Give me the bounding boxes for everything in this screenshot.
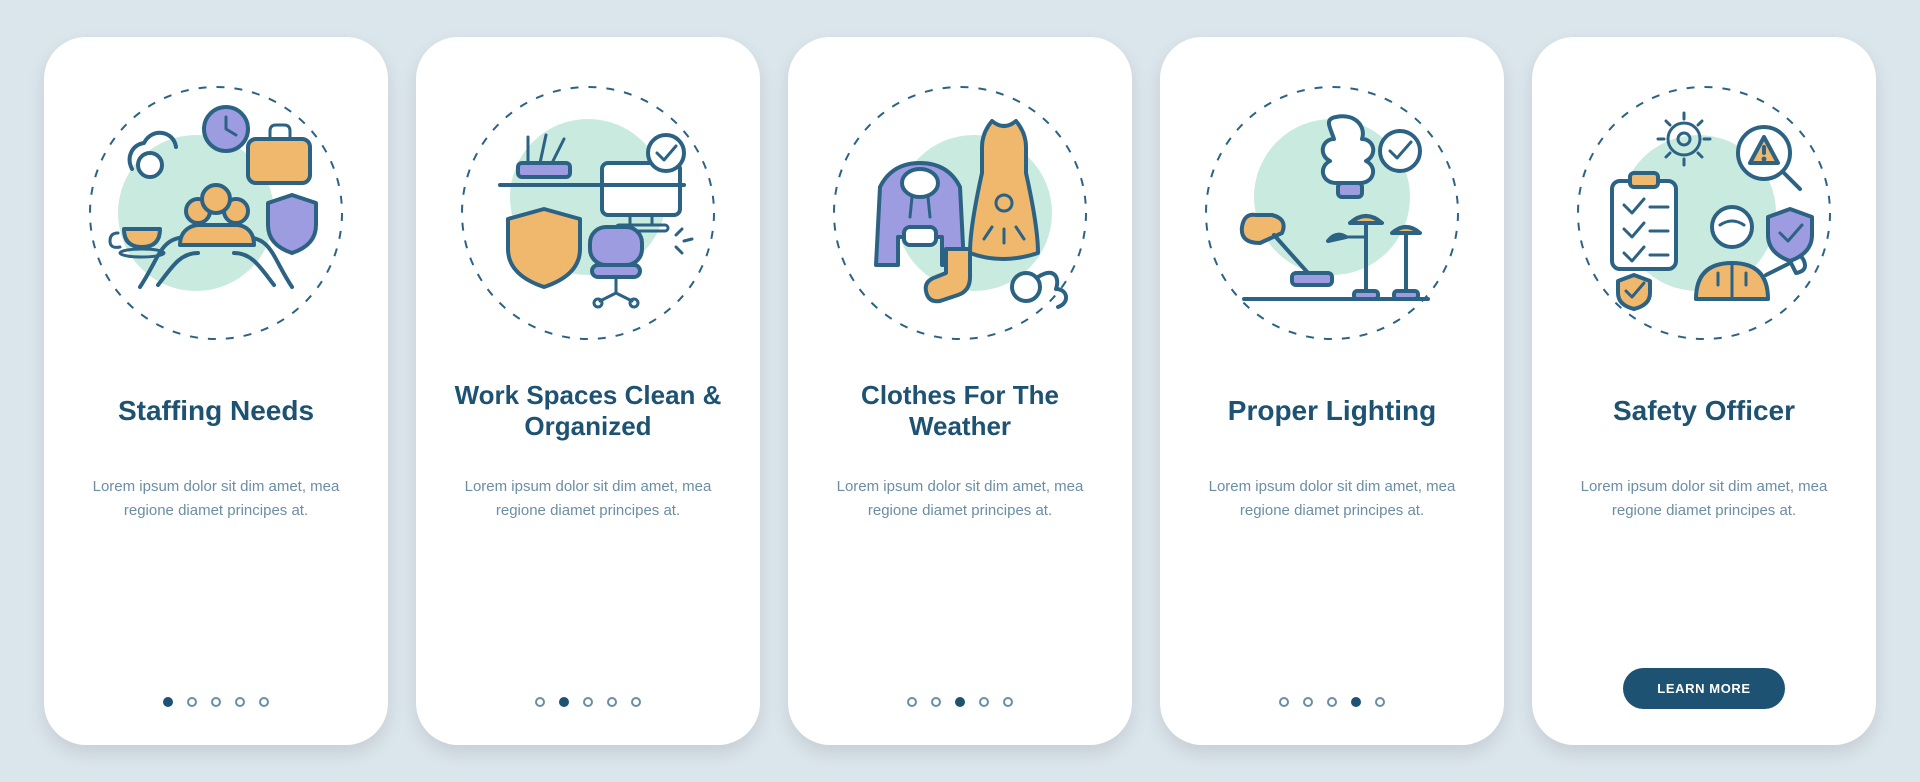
pagination-dots [907,697,1013,707]
onboarding-card: Staffing Needs Lorem ipsum dolor sit dim… [44,37,388,745]
onboarding-card: Clothes For The Weather Lorem ipsum dolo… [788,37,1132,745]
pagination-dot[interactable] [211,697,221,707]
pagination-dot[interactable] [1375,697,1385,707]
card-description: Lorem ipsum dolor sit dim amet, mea regi… [86,475,346,523]
pagination-dots [535,697,641,707]
pagination-dot[interactable] [631,697,641,707]
pagination-dot[interactable] [1279,697,1289,707]
pagination-dot[interactable] [559,697,569,707]
workspace-icon [452,77,724,349]
pagination-dot[interactable] [907,697,917,707]
pagination-dot[interactable] [931,697,941,707]
pagination-dot[interactable] [235,697,245,707]
pagination-dots [1279,697,1385,707]
safety-officer-icon [1568,77,1840,349]
pagination-dot[interactable] [535,697,545,707]
pagination-dots [163,697,269,707]
pagination-dot[interactable] [1351,697,1361,707]
pagination-dot[interactable] [187,697,197,707]
pagination-dot[interactable] [163,697,173,707]
card-title: Safety Officer [1613,377,1795,445]
onboarding-row: Staffing Needs Lorem ipsum dolor sit dim… [44,37,1876,745]
clothes-icon [824,77,1096,349]
card-description: Lorem ipsum dolor sit dim amet, mea regi… [1574,475,1834,523]
card-title: Staffing Needs [118,377,314,445]
lighting-icon [1196,77,1468,349]
learn-more-button[interactable]: LEARN MORE [1623,668,1784,709]
pagination-dot[interactable] [259,697,269,707]
pagination-dot[interactable] [607,697,617,707]
pagination-dot[interactable] [1327,697,1337,707]
card-title: Proper Lighting [1228,377,1436,445]
staffing-icon [80,77,352,349]
card-title: Clothes For The Weather [818,377,1102,445]
onboarding-card: Work Spaces Clean & Organized Lorem ipsu… [416,37,760,745]
card-description: Lorem ipsum dolor sit dim amet, mea regi… [1202,475,1462,523]
onboarding-card: Proper Lighting Lorem ipsum dolor sit di… [1160,37,1504,745]
pagination-dot[interactable] [1003,697,1013,707]
pagination-dot[interactable] [1303,697,1313,707]
card-title: Work Spaces Clean & Organized [446,377,730,445]
card-description: Lorem ipsum dolor sit dim amet, mea regi… [830,475,1090,523]
pagination-dot[interactable] [979,697,989,707]
pagination-dot[interactable] [955,697,965,707]
onboarding-card: Safety Officer Lorem ipsum dolor sit dim… [1532,37,1876,745]
card-description: Lorem ipsum dolor sit dim amet, mea regi… [458,475,718,523]
pagination-dot[interactable] [583,697,593,707]
